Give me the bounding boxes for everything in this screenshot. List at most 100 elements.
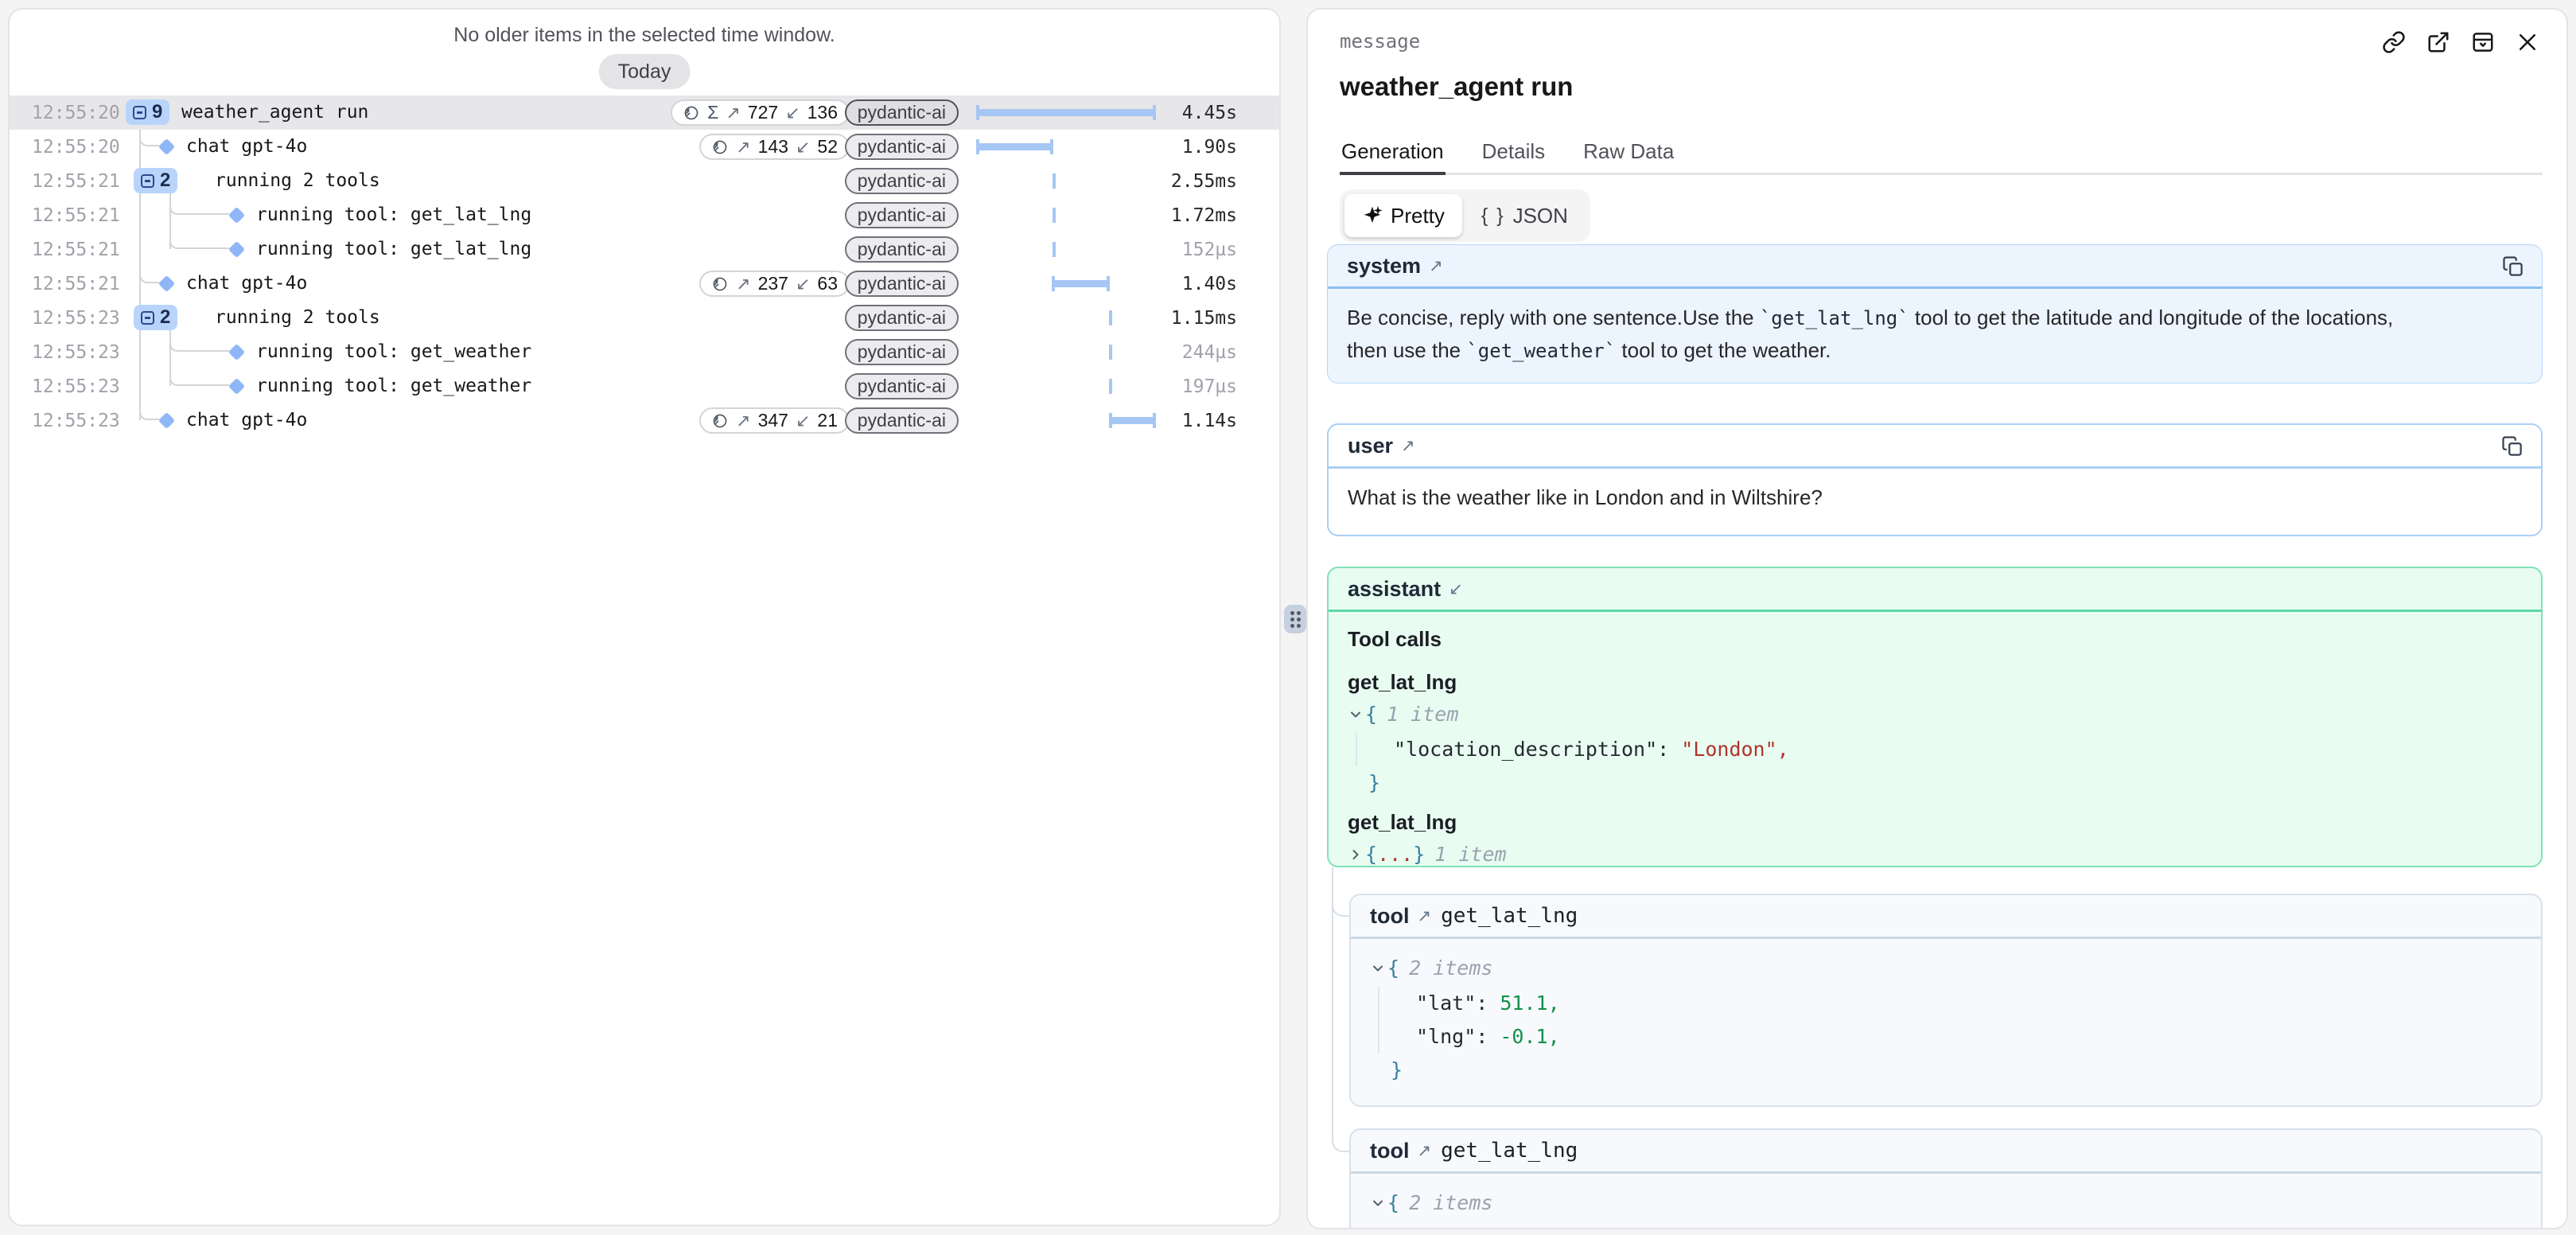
trace-row[interactable]: 12:55:209weather_agent runΣ↗727↙136pydan… [10,95,1279,130]
duration-bar [1110,417,1155,424]
copy-button[interactable] [2499,253,2527,282]
json-collapsed-line: {...}1 item [1348,838,2522,867]
copy-link-button[interactable] [2379,27,2409,57]
input-tokens-arrow-icon: ↗ [736,411,750,431]
card-header: user ↗ [1329,425,2541,469]
collapse-box-icon [141,174,154,188]
tab-raw-data[interactable]: Raw Data [1582,131,1675,173]
duration-bar-column [977,232,1155,267]
instrumentation-tag[interactable]: pydantic-ai [845,202,959,228]
trace-row-time: 12:55:20 [32,137,120,158]
chevron-down-icon[interactable] [1370,953,1387,987]
duration-label: 244µs [1182,342,1237,363]
token-icon [683,104,700,122]
instrumentation-tag[interactable]: pydantic-ai [845,134,959,160]
json-key: "lng": [1416,1025,1488,1048]
panel-resize-handle[interactable] [1284,605,1306,633]
token-icon [711,275,729,293]
input-tokens-arrow-icon: ↗ [736,274,750,294]
instrumentation-tag[interactable]: pydantic-ai [845,305,959,331]
output-tokens-arrow-icon: ↙ [796,137,810,158]
output-tokens: 63 [817,273,838,294]
collapse-toggle-badge[interactable]: 2 [134,305,177,330]
copy-icon [2500,434,2524,458]
close-button[interactable] [2512,27,2543,57]
trace-row[interactable]: 12:55:21running tool: get_lat_lngpydanti… [10,198,1279,232]
json-value: "London", [1681,738,1788,761]
trace-row-label: running tool: get_weather [256,376,531,396]
open-brace: { [1365,843,1377,866]
braces-icon: { } [1481,205,1505,228]
tool-name: get_lat_lng [1441,1139,1578,1163]
message-card-system: system ↗ Be concise, reply with one sent… [1327,244,2543,384]
json-open-line: {2 items [1370,1186,2522,1221]
instrumentation-tag[interactable]: pydantic-ai [845,271,959,297]
pretty-view-button[interactable]: Pretty [1344,194,1462,237]
dock-panel-button[interactable] [2468,27,2498,57]
child-count: 9 [152,101,162,123]
duration-bar-column [977,403,1155,438]
collapse-toggle-badge[interactable]: 2 [134,168,177,193]
input-tokens: 237 [758,273,788,294]
trace-row[interactable]: 12:55:232running 2 toolspydantic-ai1.15m… [10,301,1279,335]
input-tokens: 143 [758,136,788,158]
trace-row-label: running 2 tools [215,170,380,191]
pretty-label: Pretty [1391,204,1445,228]
today-button[interactable]: Today [599,54,691,89]
detail-panel: message weather_agent run Generation Det… [1306,8,2568,1229]
span-diamond-icon [158,138,175,155]
duration-bar [1109,345,1112,360]
tool-return-card: tool ↗ get_lat_lng {2 items "lat": 51.1,… [1349,894,2543,1107]
trace-row-time: 12:55:23 [32,342,120,363]
token-usage-badge: ↗143↙52 [699,134,850,160]
trace-row[interactable]: 12:55:21running tool: get_lat_lngpydanti… [10,232,1279,267]
token-usage-badge: Σ↗727↙136 [671,99,850,126]
output-tokens-arrow-icon: ↙ [785,103,800,123]
trace-row[interactable]: 12:55:21chat gpt-4o↗237↙63pydantic-ai1.4… [10,267,1279,301]
tool-calls-heading: Tool calls [1348,623,2522,655]
trace-row-label: running 2 tools [215,307,380,328]
duration-bar [1053,208,1056,223]
output-tokens: 136 [807,102,838,123]
open-external-button[interactable] [2423,27,2453,57]
trace-row[interactable]: 12:55:23running tool: get_weatherpydanti… [10,369,1279,403]
instrumentation-tag[interactable]: pydantic-ai [845,236,959,263]
trace-row[interactable]: 12:55:20chat gpt-4o↗143↙52pydantic-ai1.9… [10,130,1279,164]
duration-label: 152µs [1182,240,1237,260]
duration-bar [977,143,1053,150]
instrumentation-tag[interactable]: pydantic-ai [845,99,959,126]
tool-name: get_lat_lng [1441,904,1578,928]
duration-bar-column [977,164,1155,198]
tool-return-body: {2 items "lat": 51.1, "lng": -0.1, } [1351,939,2541,1100]
tab-details[interactable]: Details [1481,131,1547,173]
token-usage-badge: ↗237↙63 [699,271,850,297]
collapse-toggle-badge[interactable]: 9 [126,99,169,125]
role-label: user [1348,434,1393,458]
chevron-down-icon[interactable] [1348,699,1365,733]
duration-label: 1.15ms [1171,308,1237,329]
detail-header-actions [2379,27,2543,57]
instrumentation-tag[interactable]: pydantic-ai [845,373,959,399]
trace-row[interactable]: 12:55:23chat gpt-4o↗347↙21pydantic-ai1.1… [10,403,1279,438]
trace-row[interactable]: 12:55:212running 2 toolspydantic-ai2.55m… [10,164,1279,198]
tab-generation[interactable]: Generation [1340,131,1446,173]
duration-label: 1.72ms [1171,205,1237,226]
output-tokens-arrow-icon: ↙ [796,411,810,431]
chevron-right-icon[interactable] [1348,840,1365,867]
input-tokens: 347 [758,410,788,431]
role-label: assistant [1348,577,1441,602]
instrumentation-tag[interactable]: pydantic-ai [845,339,959,365]
chevron-down-icon[interactable] [1370,1188,1387,1221]
record-kind-label: message [1340,30,1420,53]
trace-row[interactable]: 12:55:23running tool: get_weatherpydanti… [10,335,1279,369]
token-icon [711,138,729,156]
instrumentation-tag[interactable]: pydantic-ai [845,407,959,434]
copy-button[interactable] [2498,433,2527,462]
duration-label: 2.55ms [1171,171,1237,192]
close-icon [2516,30,2539,54]
instrumentation-tag[interactable]: pydantic-ai [845,168,959,194]
json-view-button[interactable]: { } JSON [1464,194,1586,237]
empty-notice: No older items in the selected time wind… [10,24,1279,47]
role-label: system [1347,254,1421,279]
input-tokens-arrow-icon: ↗ [726,103,740,123]
